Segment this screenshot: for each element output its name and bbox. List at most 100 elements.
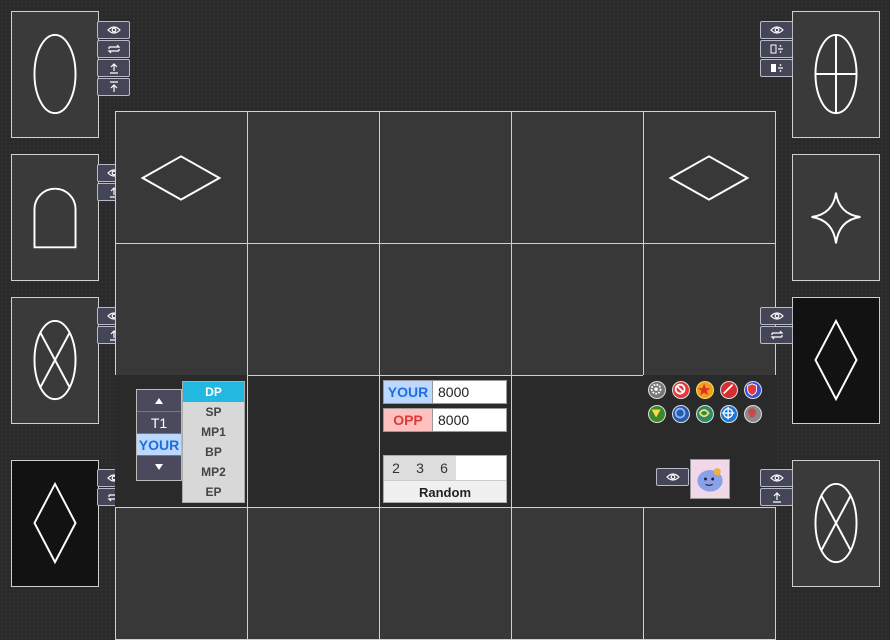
crossed-oval-card-icon <box>814 482 858 564</box>
triangle-down-icon <box>155 464 163 470</box>
opp-lp-input[interactable]: 8000 <box>433 408 507 432</box>
star-icon <box>697 383 711 396</box>
ring-token[interactable] <box>672 405 690 423</box>
triangle-up-icon <box>155 397 163 404</box>
right-zone-3[interactable] <box>792 297 880 424</box>
left-zone-4[interactable] <box>11 460 99 587</box>
field-grid <box>115 111 776 640</box>
swirl-token[interactable] <box>696 405 714 423</box>
crossed-oval-card-icon <box>33 319 77 401</box>
left-zone-2[interactable] <box>11 154 99 281</box>
random-button[interactable]: Random <box>384 481 506 503</box>
field-zone-r4c4[interactable] <box>511 507 644 640</box>
gear-icon <box>650 383 662 395</box>
view-button[interactable] <box>760 21 793 39</box>
crosshair-icon <box>721 406 735 420</box>
phase-ep[interactable]: EP <box>183 482 244 502</box>
swap-icon <box>770 330 783 340</box>
shield-token[interactable] <box>744 381 762 399</box>
crosshair-token[interactable] <box>720 405 738 423</box>
sword-token[interactable] <box>720 381 738 399</box>
diamond-card-icon <box>814 318 858 402</box>
sword-icon <box>723 384 734 395</box>
skull-icon <box>748 408 757 418</box>
opp-lp-label: OPP <box>383 408 433 432</box>
phase-bp[interactable]: BP <box>183 442 244 462</box>
right-zone-4[interactable] <box>792 460 880 587</box>
draw-button[interactable] <box>97 59 130 77</box>
die-value[interactable]: 6 <box>432 456 456 480</box>
star-token[interactable] <box>696 381 714 399</box>
prohibit-token[interactable] <box>672 381 690 399</box>
die-value[interactable]: 2 <box>384 456 408 480</box>
right-zone-2[interactable] <box>792 154 880 281</box>
phase-sp[interactable]: SP <box>183 402 244 422</box>
view-button[interactable] <box>97 21 130 39</box>
leaf-token[interactable] <box>648 405 666 423</box>
opp-life-points: OPP 8000 <box>383 408 507 432</box>
field-zone-r1c5[interactable] <box>643 111 776 244</box>
avatar[interactable] <box>690 459 730 499</box>
field-zone-r4c3[interactable] <box>379 507 512 640</box>
swirl-icon <box>698 409 710 418</box>
turn-label: T1 <box>137 412 181 434</box>
field-zone-r1c4[interactable] <box>511 111 644 244</box>
right-zone-1[interactable] <box>792 11 880 138</box>
gear-token[interactable] <box>648 381 666 399</box>
copy-divide-button[interactable] <box>760 40 793 58</box>
left-zone-1[interactable] <box>11 11 99 138</box>
field-zone-r2c3[interactable] <box>379 243 512 376</box>
eye-icon <box>769 312 784 320</box>
field-zone-r3c4[interactable] <box>511 375 644 508</box>
turn-control: T1 YOUR <box>136 389 182 481</box>
draw-button[interactable] <box>760 488 793 506</box>
prohibit-icon <box>674 383 686 395</box>
die-value[interactable]: 3 <box>408 456 432 480</box>
field-zone-r1c2[interactable] <box>247 111 380 244</box>
phase-mp1[interactable]: MP1 <box>183 422 244 442</box>
creature-avatar-icon <box>697 468 723 492</box>
field-zone-r1c1[interactable] <box>115 111 248 244</box>
top-upload-icon <box>109 81 118 92</box>
avatar-view-button[interactable] <box>656 468 689 486</box>
phase-dp[interactable]: DP <box>183 382 244 402</box>
shuffle-button[interactable] <box>97 40 130 58</box>
field-zone-r2c4[interactable] <box>511 243 644 376</box>
eye-icon <box>106 26 121 34</box>
top-button[interactable] <box>97 78 130 96</box>
shield-icon <box>747 383 757 396</box>
field-zone-r4c1[interactable] <box>115 507 248 640</box>
swap-icon <box>107 44 120 54</box>
field-zone-r4c2[interactable] <box>247 507 380 640</box>
your-life-points: YOUR 8000 <box>383 380 507 404</box>
prev-turn-button[interactable] <box>137 390 181 412</box>
field-zone-r2c1[interactable] <box>115 243 248 376</box>
skull-token[interactable] <box>744 405 762 423</box>
oval-card-icon <box>33 33 77 115</box>
card-divide-button[interactable] <box>760 59 793 77</box>
upload-icon <box>772 492 781 503</box>
field-zone-r3c2[interactable] <box>247 375 380 508</box>
field-zone-r1c3[interactable] <box>379 111 512 244</box>
field-zone-r2c5[interactable] <box>643 243 776 376</box>
eye-icon <box>769 26 784 34</box>
your-lp-input[interactable]: 8000 <box>433 380 507 404</box>
copy-divide-icon <box>770 44 783 54</box>
spell-diamond-icon <box>140 155 222 201</box>
leaf-icon <box>651 409 661 418</box>
field-zone-r2c2[interactable] <box>247 243 380 376</box>
shuffle-button[interactable] <box>760 326 793 344</box>
left-zone-3[interactable] <box>11 297 99 424</box>
turn-player-label[interactable]: YOUR <box>137 434 181 456</box>
next-turn-button[interactable] <box>137 456 181 478</box>
view-button[interactable] <box>760 307 793 325</box>
diamond-card-icon <box>33 481 77 565</box>
sparkle-card-icon <box>811 192 861 244</box>
eye-icon <box>665 473 680 481</box>
dice-result-field[interactable] <box>456 456 506 480</box>
view-button[interactable] <box>760 469 793 487</box>
field-zone-r4c5[interactable] <box>643 507 776 640</box>
your-lp-label: YOUR <box>383 380 433 404</box>
phase-mp2[interactable]: MP2 <box>183 462 244 482</box>
ring-icon <box>674 407 686 419</box>
